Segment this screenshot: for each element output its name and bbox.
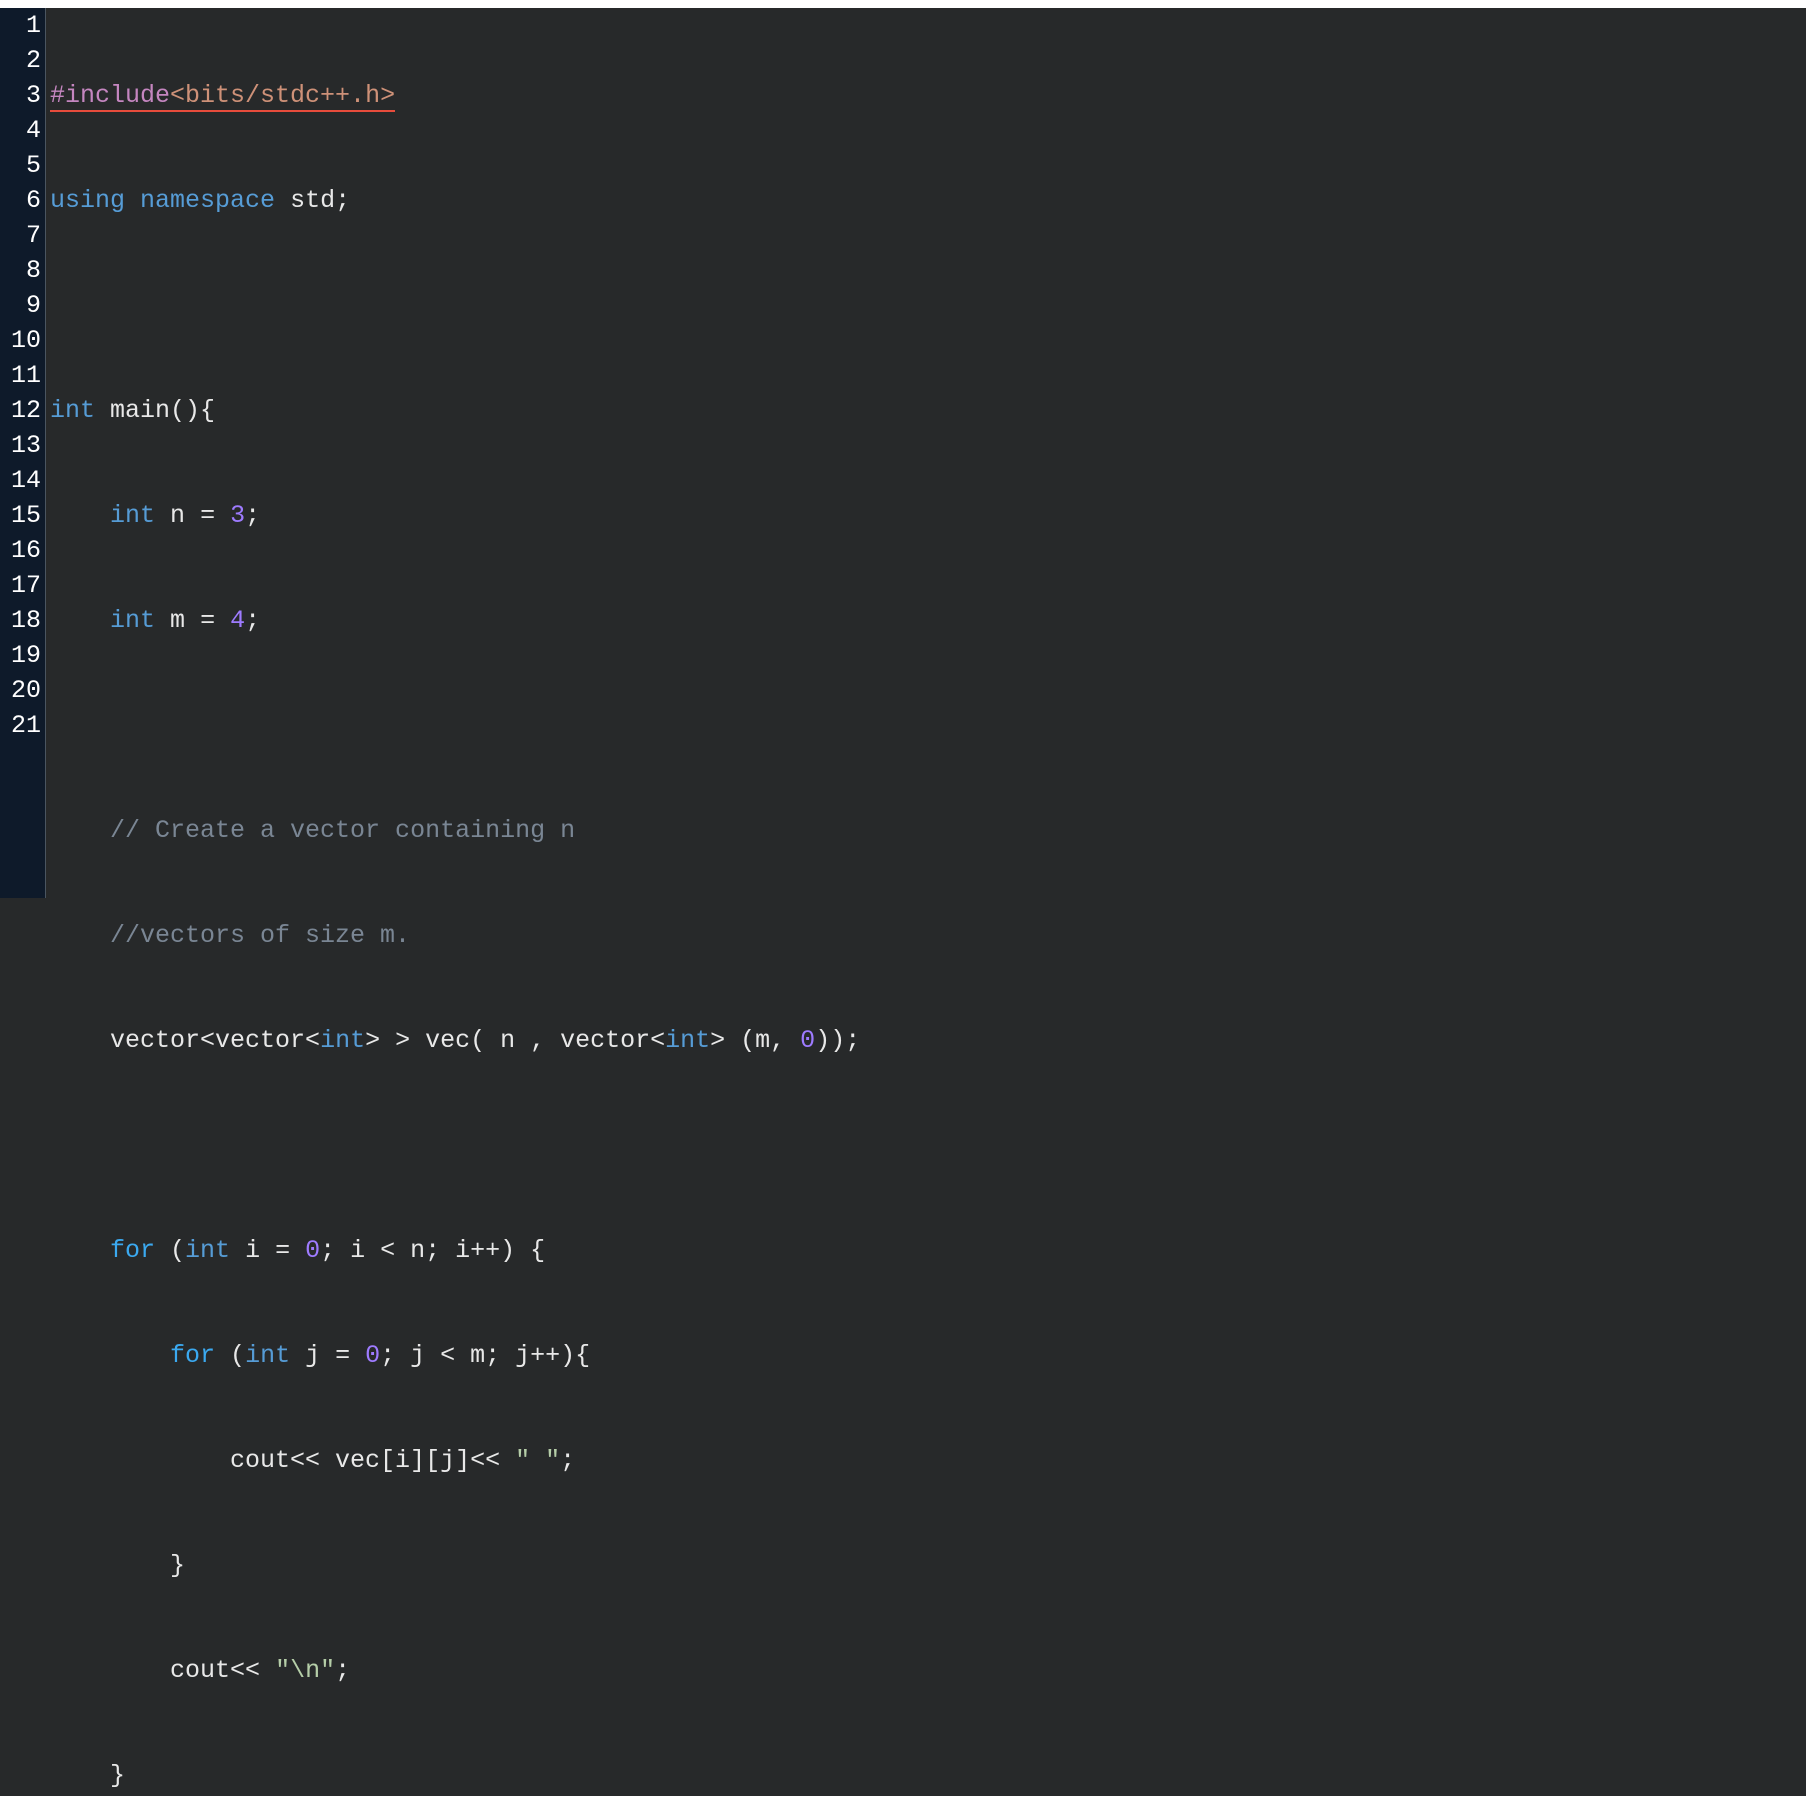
string-token: "\n" (275, 1656, 335, 1685)
number-token: 3 (230, 501, 245, 530)
type-token: int (185, 1236, 230, 1265)
top-bar (0, 0, 1806, 8)
keyword-token: for (110, 1236, 155, 1265)
line-number: 7 (0, 218, 41, 253)
line-number: 17 (0, 568, 41, 603)
line-number: 6 (0, 183, 41, 218)
line-number: 3 (0, 78, 41, 113)
line-number: 20 (0, 673, 41, 708)
line-number: 8 (0, 253, 41, 288)
type-token: int (245, 1341, 290, 1370)
line-number: 5 (0, 148, 41, 183)
line-number: 9 (0, 288, 41, 323)
number-token: 0 (800, 1026, 815, 1055)
identifier-token: n (170, 501, 185, 530)
code-line[interactable]: //vectors of size m. (50, 918, 1806, 953)
code-line[interactable]: } (50, 1548, 1806, 1583)
line-number: 16 (0, 533, 41, 568)
code-line[interactable]: vector<vector<int> > vec( n , vector<int… (50, 1023, 1806, 1058)
function-token: main (110, 396, 170, 425)
number-token: 0 (305, 1236, 320, 1265)
line-number: 11 (0, 358, 41, 393)
include-path-token: <bits/stdc++.h> (170, 81, 395, 110)
code-line[interactable]: int n = 3; (50, 498, 1806, 533)
code-line[interactable]: } (50, 1758, 1806, 1793)
keyword-token: using (50, 186, 125, 215)
line-number: 13 (0, 428, 41, 463)
code-line[interactable]: cout<< "\n"; (50, 1653, 1806, 1688)
line-number: 14 (0, 463, 41, 498)
code-line[interactable] (50, 708, 1806, 743)
code-line[interactable] (50, 288, 1806, 323)
line-number: 21 (0, 708, 41, 743)
preprocessor-token: #include (50, 81, 170, 110)
code-line[interactable]: using namespace std; (50, 183, 1806, 218)
code-line[interactable]: // Create a vector containing n (50, 813, 1806, 848)
code-line[interactable]: int m = 4; (50, 603, 1806, 638)
line-number-gutter: 1 2 3 4 5 6 7 8 9 10 11 12 13 14 15 16 1… (0, 8, 46, 898)
line-number: 15 (0, 498, 41, 533)
type-token: int (110, 606, 155, 635)
type-token: int (50, 396, 95, 425)
type-token: int (320, 1026, 365, 1055)
line-number: 4 (0, 113, 41, 148)
line-number: 10 (0, 323, 41, 358)
comment-token: // Create a vector containing n (110, 816, 575, 845)
number-token: 0 (365, 1341, 380, 1370)
identifier-token: std (290, 186, 335, 215)
line-number: 12 (0, 393, 41, 428)
code-editor[interactable]: 1 2 3 4 5 6 7 8 9 10 11 12 13 14 15 16 1… (0, 8, 1806, 898)
keyword-token: for (170, 1341, 215, 1370)
line-number: 18 (0, 603, 41, 638)
code-area[interactable]: #include<bits/stdc++.h> using namespace … (46, 8, 1806, 898)
code-line[interactable]: for (int j = 0; j < m; j++){ (50, 1338, 1806, 1373)
comment-token: //vectors of size m. (110, 921, 425, 950)
code-line[interactable]: for (int i = 0; i < n; i++) { (50, 1233, 1806, 1268)
string-token: " " (515, 1446, 560, 1475)
keyword-token: namespace (140, 186, 275, 215)
type-token: int (110, 501, 155, 530)
code-line[interactable]: cout<< vec[i][j]<< " "; (50, 1443, 1806, 1478)
code-line[interactable]: int main(){ (50, 393, 1806, 428)
type-token: int (665, 1026, 710, 1055)
number-token: 4 (230, 606, 245, 635)
line-number: 2 (0, 43, 41, 78)
line-number: 19 (0, 638, 41, 673)
code-line[interactable]: #include<bits/stdc++.h> (50, 78, 1806, 113)
code-line[interactable] (50, 1128, 1806, 1163)
line-number: 1 (0, 8, 41, 43)
identifier-token: m (170, 606, 185, 635)
